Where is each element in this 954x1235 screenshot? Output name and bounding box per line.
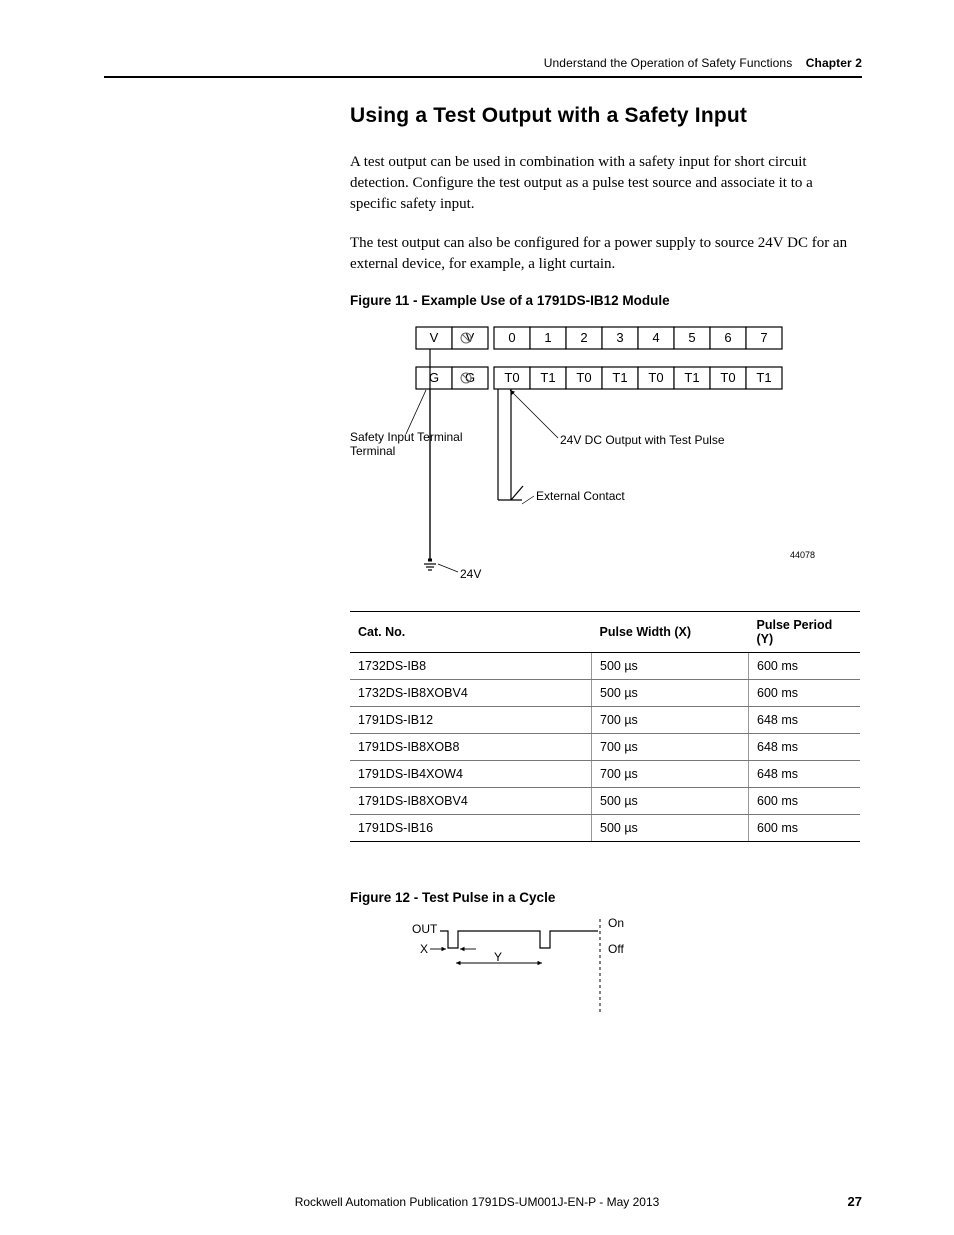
svg-text:0: 0: [508, 330, 515, 345]
pulse-table: Cat. No. Pulse Width (X) Pulse Period (Y…: [350, 611, 860, 842]
table-row: 1791DS-IB8XOBV4500 µs600 ms: [350, 788, 860, 815]
table-cell: 500 µs: [592, 680, 749, 707]
body-paragraph: A test output can be used in combination…: [350, 152, 860, 215]
running-title: Understand the Operation of Safety Funct…: [544, 56, 793, 70]
page-number: 27: [848, 1194, 862, 1209]
table-header: Pulse Width (X): [592, 612, 749, 653]
table-header: Cat. No.: [350, 612, 592, 653]
table-cell: 1791DS-IB8XOBV4: [350, 788, 592, 815]
table-row: 1732DS-IB8XOBV4500 µs600 ms: [350, 680, 860, 707]
header-rule: [104, 76, 862, 78]
figure-12: OUT X Y On Off: [350, 913, 860, 1038]
figure-11: VV01234567 GGT0T1T0T1T0T1T0T1 Safety Inp…: [350, 316, 860, 593]
off-label: Off: [608, 942, 624, 956]
on-label: On: [608, 916, 624, 930]
table-cell: 700 µs: [592, 707, 749, 734]
24v-label: 24V: [460, 567, 481, 581]
svg-text:7: 7: [760, 330, 767, 345]
section-title: Using a Test Output with a Safety Input: [350, 104, 860, 128]
svg-text:2: 2: [580, 330, 587, 345]
table-row: 1791DS-IB8XOB8700 µs648 ms: [350, 734, 860, 761]
svg-text:5: 5: [688, 330, 695, 345]
figure-caption: Figure 11 - Example Use of a 1791DS-IB12…: [350, 293, 860, 308]
table-cell: 1791DS-IB8XOB8: [350, 734, 592, 761]
table-cell: 1791DS-IB12: [350, 707, 592, 734]
table-cell: 1791DS-IB16: [350, 815, 592, 842]
svg-text:T1: T1: [612, 370, 627, 385]
table-cell: 1732DS-IB8XOBV4: [350, 680, 592, 707]
svg-text:T0: T0: [504, 370, 519, 385]
y-label: Y: [494, 950, 502, 964]
svg-text:T1: T1: [756, 370, 771, 385]
svg-text:4: 4: [652, 330, 659, 345]
table-cell: 600 ms: [749, 653, 861, 680]
running-head: Understand the Operation of Safety Funct…: [104, 56, 862, 70]
svg-text:T1: T1: [684, 370, 699, 385]
table-cell: 500 µs: [592, 788, 749, 815]
svg-text:T0: T0: [720, 370, 735, 385]
table-cell: 1732DS-IB8: [350, 653, 592, 680]
table-cell: 500 µs: [592, 653, 749, 680]
svg-text:T0: T0: [648, 370, 663, 385]
figure-caption: Figure 12 - Test Pulse in a Cycle: [350, 890, 860, 905]
table-cell: 600 ms: [749, 788, 861, 815]
table-row: 1791DS-IB4XOW4700 µs648 ms: [350, 761, 860, 788]
table-cell: 648 ms: [749, 707, 861, 734]
svg-text:1: 1: [544, 330, 551, 345]
footer-publication: Rockwell Automation Publication 1791DS-U…: [0, 1195, 954, 1209]
svg-text:Terminal: Terminal: [350, 444, 395, 458]
table-row: 1791DS-IB16500 µs600 ms: [350, 815, 860, 842]
table-cell: 500 µs: [592, 815, 749, 842]
table-cell: 600 ms: [749, 815, 861, 842]
body-paragraph: The test output can also be configured f…: [350, 233, 860, 275]
table-row: 1791DS-IB12700 µs648 ms: [350, 707, 860, 734]
table-header: Pulse Period (Y): [749, 612, 861, 653]
table-cell: 648 ms: [749, 761, 861, 788]
svg-text:T1: T1: [540, 370, 555, 385]
table-cell: 1791DS-IB4XOW4: [350, 761, 592, 788]
table-cell: 600 ms: [749, 680, 861, 707]
table-cell: 700 µs: [592, 761, 749, 788]
table-cell: 700 µs: [592, 734, 749, 761]
svg-text:T0: T0: [576, 370, 591, 385]
external-contact-label: External Contact: [536, 489, 625, 503]
svg-text:6: 6: [724, 330, 731, 345]
figure-docid: 44078: [790, 550, 815, 560]
safety-input-label: Safety Input Terminal: [350, 430, 463, 444]
out-label: OUT: [412, 922, 438, 936]
chapter-label: Chapter 2: [806, 56, 862, 70]
x-label: X: [420, 942, 428, 956]
svg-text:3: 3: [616, 330, 623, 345]
table-row: 1732DS-IB8500 µs600 ms: [350, 653, 860, 680]
svg-text:V: V: [430, 330, 439, 345]
24vdc-label: 24V DC Output with Test Pulse: [560, 433, 725, 447]
table-cell: 648 ms: [749, 734, 861, 761]
